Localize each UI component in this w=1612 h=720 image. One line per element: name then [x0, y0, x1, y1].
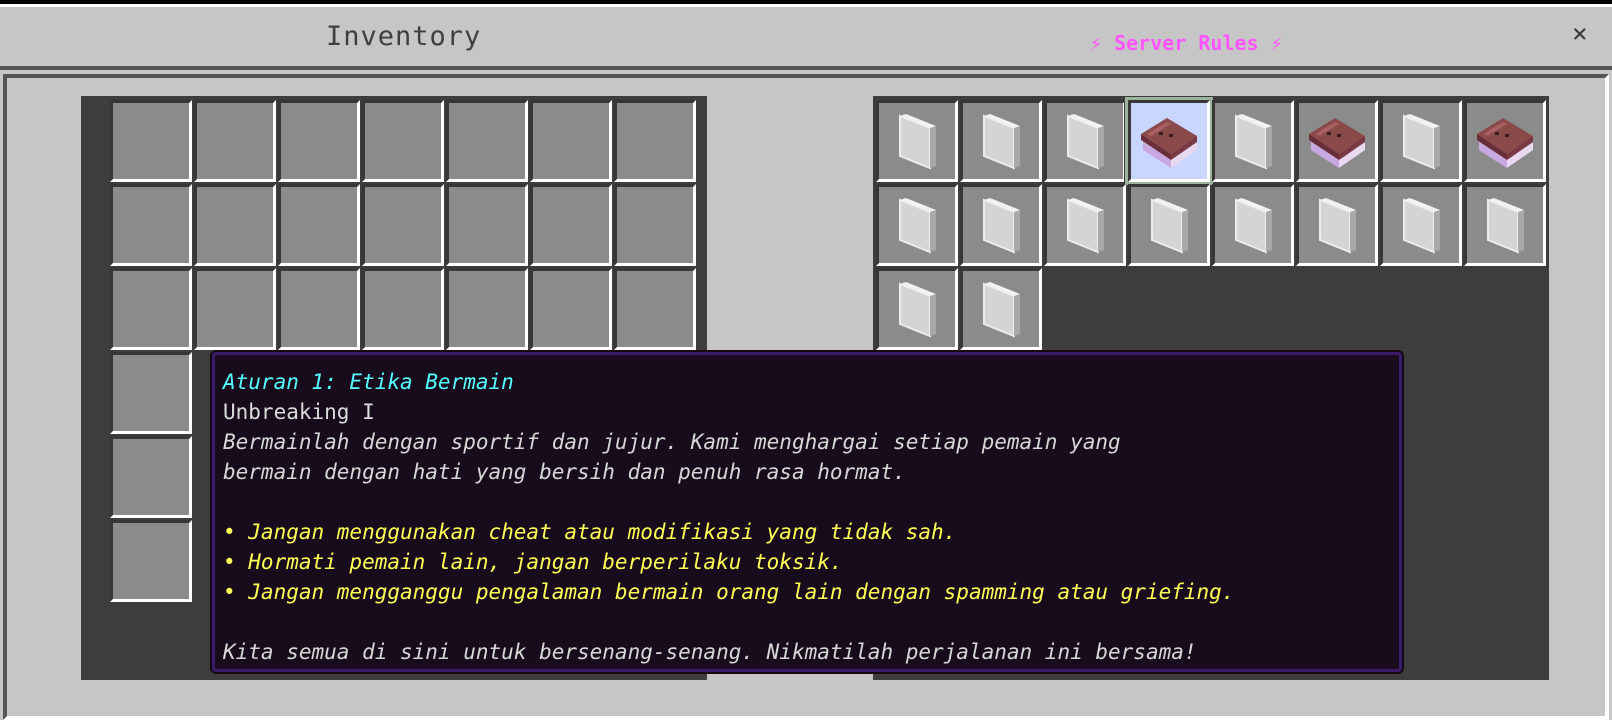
glass-pane-slot[interactable]	[1044, 100, 1126, 182]
inventory-slot[interactable]	[362, 100, 444, 182]
tooltip-bullet: • Jangan mengganggu pengalaman bermain o…	[223, 580, 1235, 604]
tooltip-description-line: Bermainlah dengan sportif dan jujur. Kam…	[223, 430, 1121, 454]
glass-pane-slot[interactable]	[876, 184, 958, 266]
rule-book-slot[interactable]	[1464, 100, 1546, 182]
inventory-slot[interactable]	[194, 268, 276, 350]
tooltip-title: Aturan 1: Etika Bermain	[223, 370, 514, 394]
glass-pane-slot[interactable]	[960, 184, 1042, 266]
glass-pane-slot[interactable]	[1464, 184, 1546, 266]
tooltip-bullet: • Hormati pemain lain, jangan berperilak…	[223, 550, 843, 574]
inventory-slot[interactable]	[110, 100, 192, 182]
inventory-slot[interactable]	[110, 520, 192, 602]
inventory-slot[interactable]	[110, 268, 192, 350]
rule-book-slot[interactable]	[1125, 97, 1213, 185]
inventory-slot[interactable]	[446, 268, 528, 350]
glass-pane-slot[interactable]	[876, 100, 958, 182]
tooltip-enchantment: Unbreaking I	[223, 400, 375, 424]
inventory-slot[interactable]	[278, 100, 360, 182]
inventory-slot[interactable]	[110, 352, 192, 434]
glass-pane-slot[interactable]	[960, 100, 1042, 182]
tooltip-spacer	[223, 607, 1391, 637]
item-tooltip: Aturan 1: Etika Bermain Unbreaking I Ber…	[210, 350, 1404, 674]
inventory-slot[interactable]	[278, 184, 360, 266]
title-bar: Inventory ⚡ Server Rules ⚡ ×	[0, 4, 1612, 70]
rule-book-slot[interactable]	[1296, 100, 1378, 182]
inventory-slot[interactable]	[530, 268, 612, 350]
glass-pane-slot[interactable]	[1128, 184, 1210, 266]
inventory-slot[interactable]	[110, 184, 192, 266]
glass-pane-slot[interactable]	[1380, 184, 1462, 266]
inventory-slot[interactable]	[194, 184, 276, 266]
glass-pane-slot[interactable]	[1212, 100, 1294, 182]
tooltip-footer: Kita semua di sini untuk bersenang-senan…	[223, 640, 1197, 664]
inventory-slot[interactable]	[530, 184, 612, 266]
glass-pane-slot[interactable]	[876, 268, 958, 350]
tooltip-bullet: • Jangan menggunakan cheat atau modifika…	[223, 520, 957, 544]
inventory-slot[interactable]	[110, 436, 192, 518]
server-rules-title: ⚡ Server Rules ⚡	[1090, 31, 1283, 55]
inventory-slot[interactable]	[614, 184, 696, 266]
inventory-slot[interactable]	[362, 184, 444, 266]
inventory-slot[interactable]	[446, 100, 528, 182]
inventory-slot[interactable]	[614, 268, 696, 350]
inventory-slot[interactable]	[278, 268, 360, 350]
inventory-slot[interactable]	[530, 100, 612, 182]
glass-pane-slot[interactable]	[1380, 100, 1462, 182]
inventory-title: Inventory	[326, 21, 482, 52]
glass-pane-slot[interactable]	[1296, 184, 1378, 266]
tooltip-spacer	[223, 487, 1391, 517]
glass-pane-slot[interactable]	[1212, 184, 1294, 266]
inventory-window: Inventory ⚡ Server Rules ⚡ × Aturan 1: E…	[0, 4, 1612, 720]
inventory-slot[interactable]	[614, 100, 696, 182]
inventory-slot[interactable]	[446, 184, 528, 266]
inventory-slot[interactable]	[194, 100, 276, 182]
inventory-slot[interactable]	[362, 268, 444, 350]
close-icon[interactable]: ×	[1572, 19, 1588, 49]
glass-pane-slot[interactable]	[960, 268, 1042, 350]
tooltip-description-line: bermain dengan hati yang bersih dan penu…	[223, 460, 906, 484]
glass-pane-slot[interactable]	[1044, 184, 1126, 266]
